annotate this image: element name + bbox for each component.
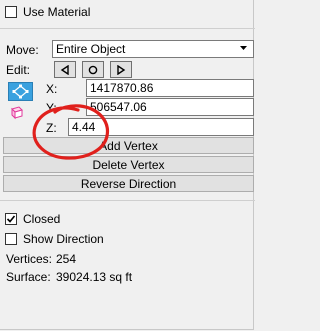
surface-value: 39024.13 sq ft	[56, 270, 133, 284]
separator	[0, 200, 255, 201]
surface-label: Surface:	[6, 270, 51, 284]
delete-vertex-label: Delete Vertex	[92, 157, 165, 172]
show-direction-checkbox[interactable]	[5, 233, 17, 245]
use-material-label: Use Material	[23, 5, 91, 19]
closed-label: Closed	[23, 212, 61, 226]
z-coordinate-field[interactable]: 4.44	[68, 118, 254, 136]
edit-label: Edit:	[6, 63, 31, 77]
reverse-direction-label: Reverse Direction	[80, 176, 177, 191]
right-arrow-icon	[117, 64, 126, 75]
z-label: Z:	[46, 121, 57, 135]
edit-next-button[interactable]	[110, 61, 132, 78]
vertices-value: 254	[56, 252, 77, 266]
cube-icon[interactable]	[9, 104, 25, 120]
edit-prev-button[interactable]	[54, 61, 76, 78]
checkmark-icon	[6, 215, 16, 223]
chevron-down-icon	[240, 46, 247, 50]
edit-center-button[interactable]	[82, 61, 104, 78]
x-coordinate-field[interactable]: 1417870.86	[86, 79, 254, 97]
move-label: Move:	[6, 43, 39, 57]
show-direction-label: Show Direction	[23, 232, 104, 246]
separator	[0, 28, 255, 29]
move-select-value: Entire Object	[56, 42, 126, 56]
use-material-checkbox[interactable]	[5, 6, 17, 18]
add-vertex-button[interactable]: Add Vertex	[3, 137, 254, 154]
y-label: Y:	[46, 101, 57, 115]
vertex-tool-icon[interactable]	[8, 82, 33, 101]
left-arrow-icon	[60, 64, 69, 75]
closed-checkbox[interactable]	[5, 213, 17, 225]
circle-icon	[88, 65, 98, 74]
add-vertex-label: Add Vertex	[99, 138, 158, 153]
reverse-direction-button[interactable]: Reverse Direction	[3, 175, 254, 192]
y-coordinate-field[interactable]: 506547.06	[86, 98, 254, 116]
vertices-label: Vertices:	[6, 252, 53, 266]
x-label: X:	[46, 82, 58, 96]
move-select[interactable]: Entire Object	[52, 40, 254, 58]
delete-vertex-button[interactable]: Delete Vertex	[3, 156, 254, 173]
